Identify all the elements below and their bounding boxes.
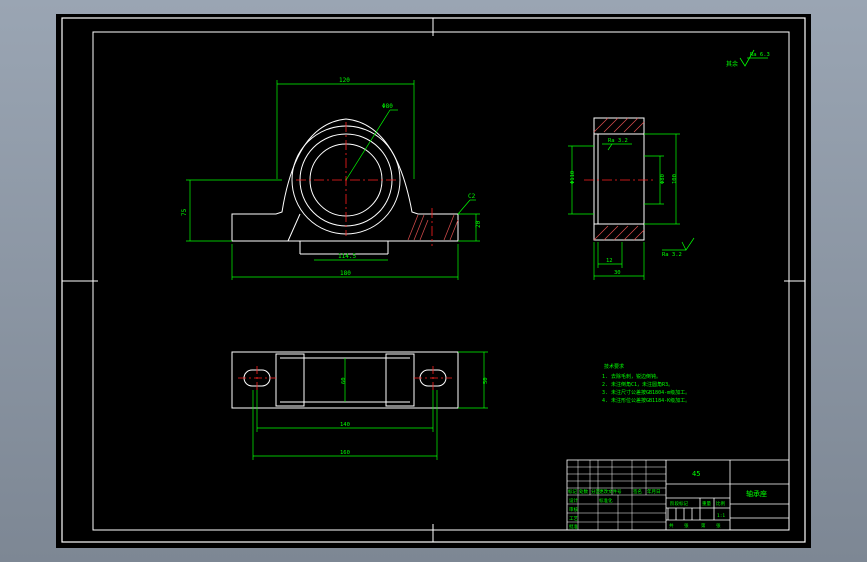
side-dim-right-b: 100 [672, 174, 678, 184]
title-part-name: 轴承座 [746, 489, 767, 498]
tech-line: 1. 去除毛刺，锐边倒钝。 [602, 373, 661, 380]
side-view: Ra 3.2 Ra 3.2 Φ110 Φ80 100 12 30 [568, 117, 695, 280]
cad-drawing-canvas[interactable]: 其余 Ra 6.3 120 Φ80 75 114.5 180 20 C2 Ra … [56, 14, 811, 548]
side-dim-right-a: Φ80 [660, 174, 666, 184]
title-header-cell: 处数 [579, 488, 588, 495]
title-weight-label: 重量 [702, 500, 711, 507]
front-dim-base-total: 180 [340, 270, 351, 277]
side-roughness-top: Ra 3.2 [608, 138, 628, 144]
top-dim-holes: 140 [340, 422, 350, 428]
front-view: 120 Φ80 75 114.5 180 20 C2 [181, 77, 482, 280]
title-sheet-label: 共 [669, 522, 674, 529]
front-dim-height: 75 [181, 208, 188, 216]
title-row-label: 审核 [569, 506, 578, 513]
top-dim-mid: 60 [341, 377, 347, 384]
side-dim-left: Φ110 [570, 171, 576, 184]
side-dim-bottom-b: 30 [614, 270, 621, 276]
outer-border [61, 17, 806, 543]
tech-title: 技术要求 [604, 363, 624, 370]
top-dim-right: 50 [483, 377, 489, 384]
tech-line: 4. 未注形位公差按GB1184-K级加工。 [602, 397, 690, 404]
title-block: 标记 处数 分区 更改文件号 签名 年月日 设计 标准化 审核 工艺 批准 阶段… [566, 459, 790, 531]
title-header-cell: 标记 [568, 488, 577, 495]
front-dim-chamfer: C2 [468, 193, 476, 200]
title-header-cell: 年月日 [647, 488, 661, 495]
svg-text:其余: 其余 [726, 60, 738, 68]
title-ratio-label: 比例 [716, 500, 725, 507]
top-view: 60 50 140 160 [231, 351, 489, 460]
title-material: 45 [692, 470, 700, 478]
title-header-cell: 更改文件号 [599, 488, 622, 495]
tech-line: 2. 未注倒角C1，未注圆角R3。 [602, 381, 673, 388]
side-roughness-bottom: Ra 3.2 [662, 252, 682, 258]
title-row-label: 工艺 [569, 516, 578, 522]
tech-requirements: 技术要求 1. 去除毛刺，锐边倒钝。 2. 未注倒角C1，未注圆角R3。 3. … [602, 363, 690, 404]
title-sheet-label: 第 [701, 522, 706, 529]
front-dim-base-inner: 114.5 [338, 253, 356, 260]
side-dim-bottom-a: 12 [606, 258, 613, 264]
front-dim-diameter: Φ80 [382, 103, 393, 110]
title-scale: 1:1 [717, 513, 725, 519]
drawing-sheet: 其余 Ra 6.3 120 Φ80 75 114.5 180 20 C2 Ra … [61, 17, 806, 543]
inner-border [92, 31, 790, 531]
title-row-label: 设计 [569, 497, 578, 504]
roughness-note: 其余 Ra 6.3 [726, 49, 770, 68]
title-sheet-label: 张 [716, 522, 721, 529]
title-sheet-label: 张 [684, 522, 689, 529]
roughness-label: Ra 6.3 [750, 52, 770, 58]
front-dim-base-height: 20 [475, 220, 482, 228]
title-standardization: 标准化 [599, 497, 613, 504]
title-header-cell: 签名 [633, 488, 642, 495]
title-stage-label: 阶段标记 [670, 500, 688, 507]
tech-line: 3. 未注尺寸公差按GB1804-m级加工。 [602, 389, 690, 396]
top-dim-total: 160 [340, 450, 350, 456]
title-row-label: 批准 [569, 523, 578, 530]
centering-marks [62, 18, 805, 542]
front-dim-top: 120 [339, 77, 350, 84]
